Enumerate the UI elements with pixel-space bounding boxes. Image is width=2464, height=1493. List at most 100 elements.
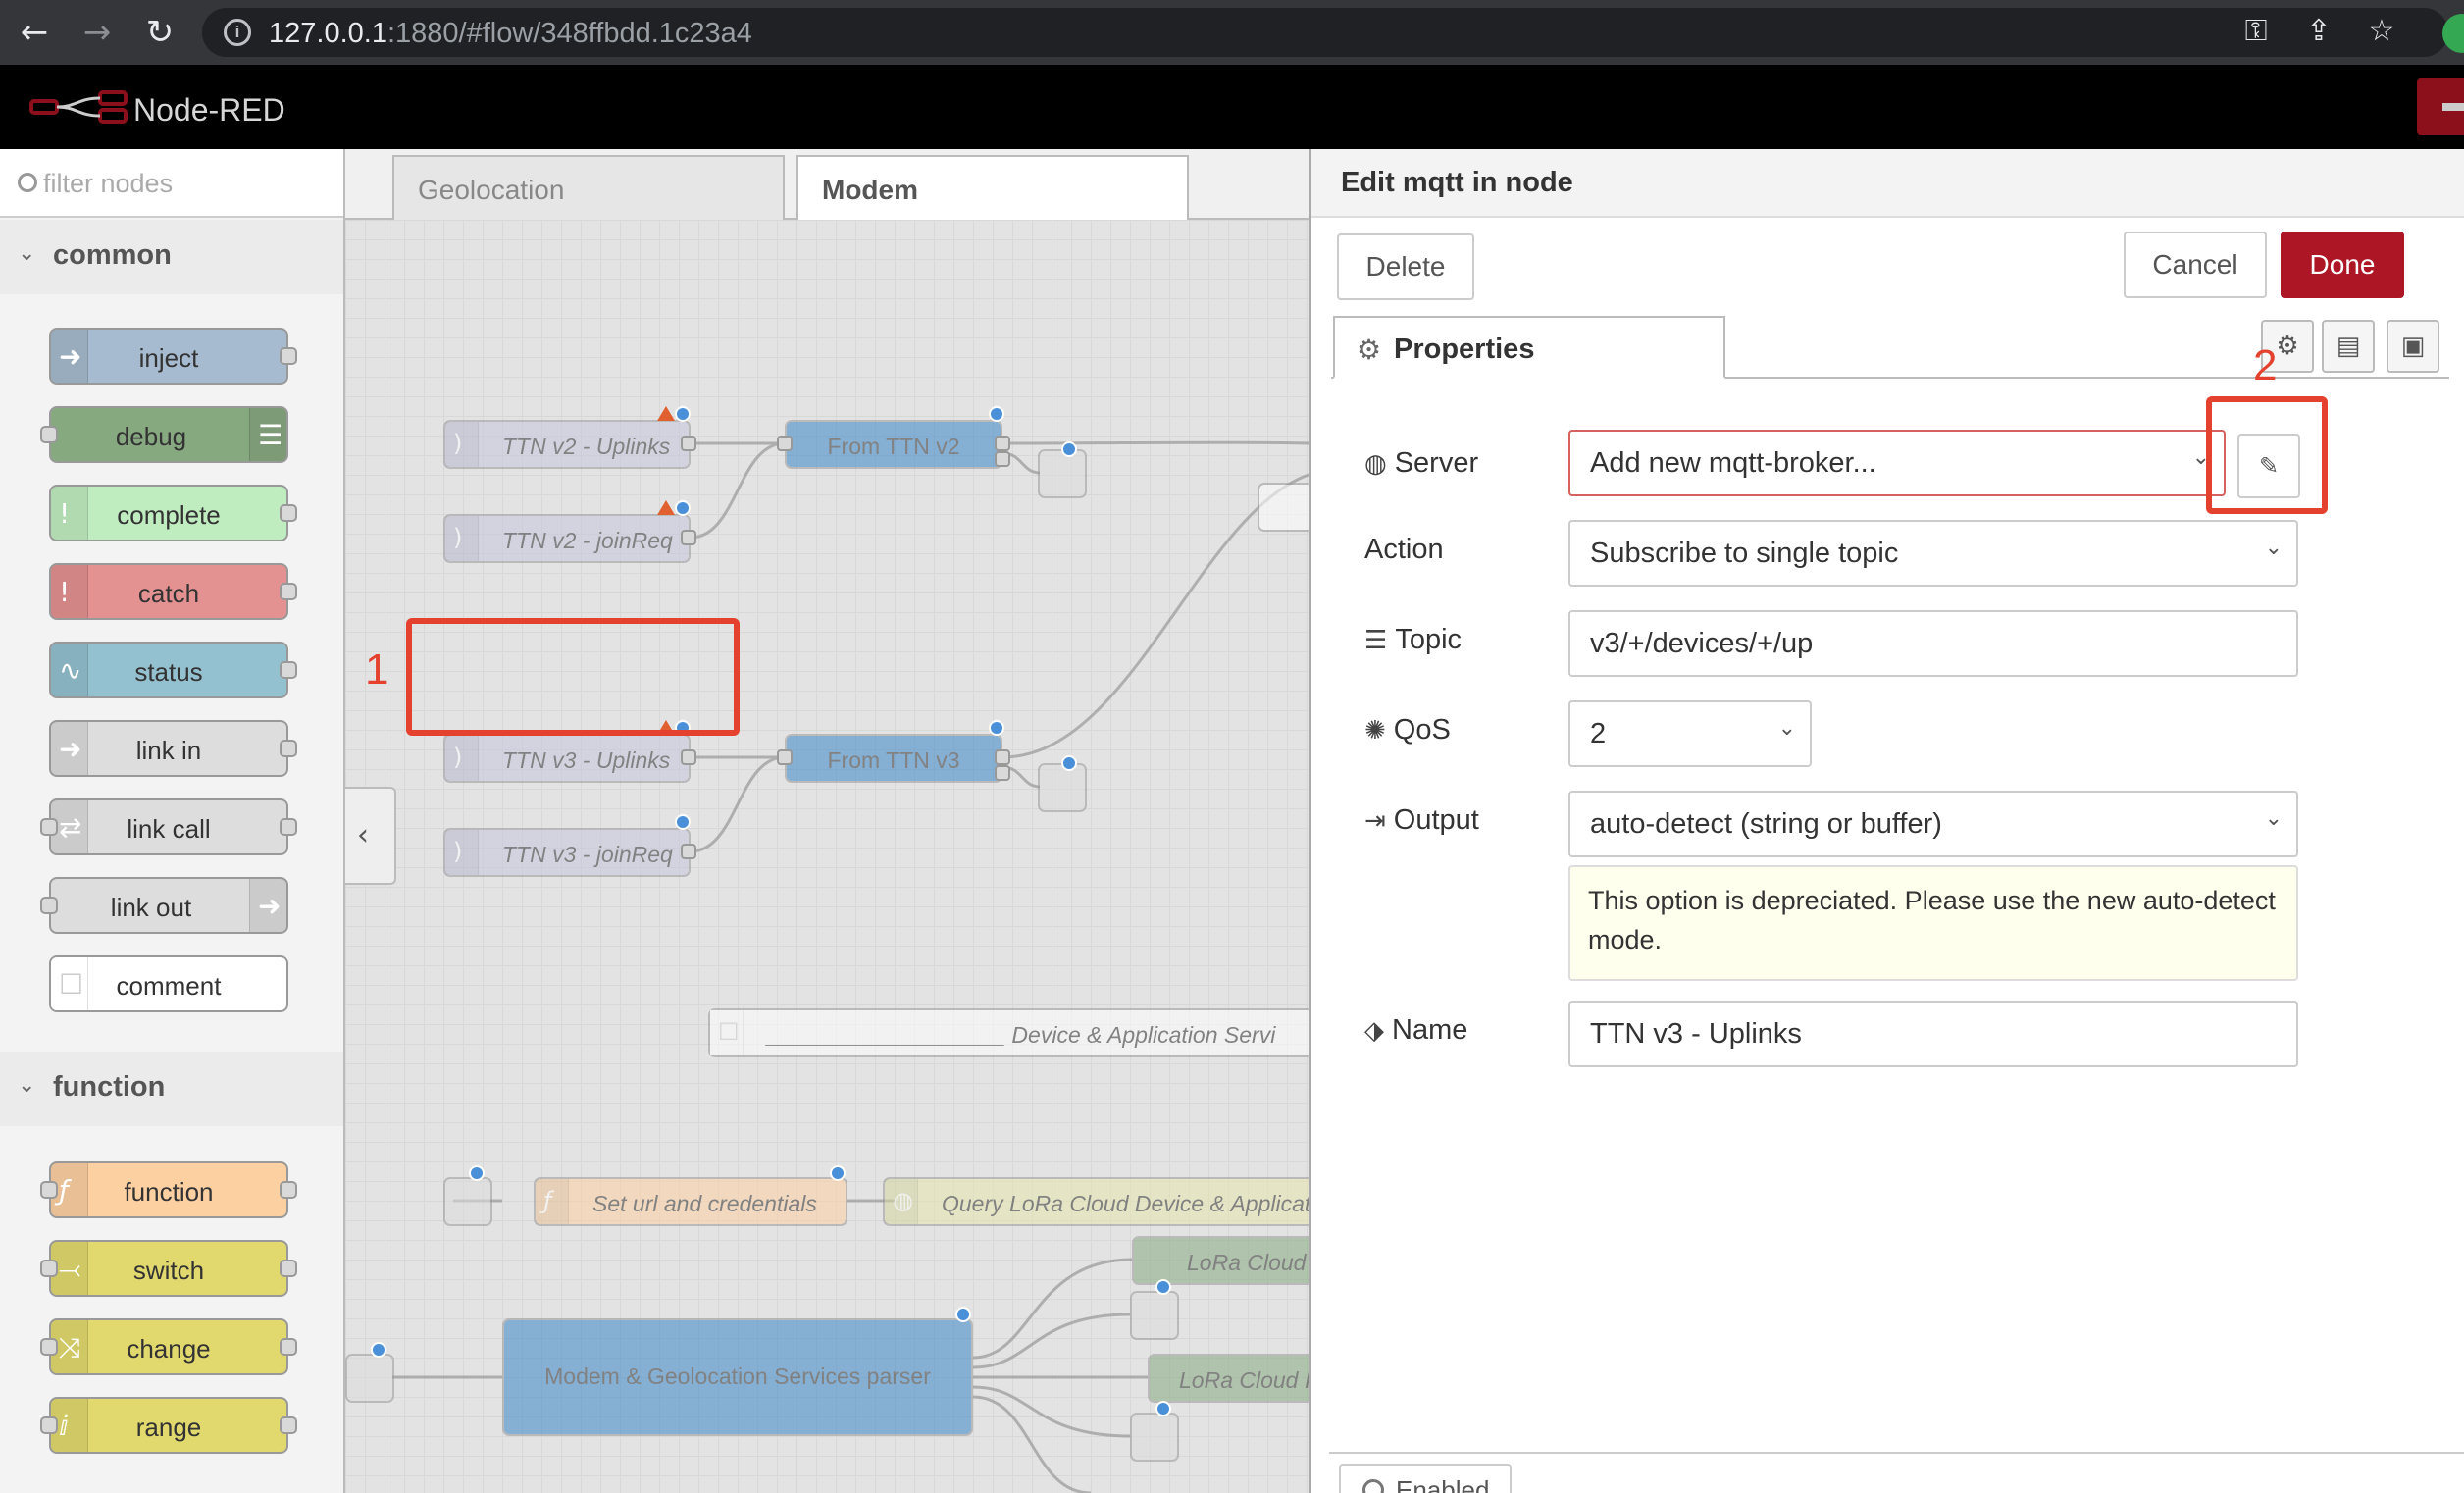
flow-node-comment[interactable]: ☐ ___________________ Device & Applicati… <box>708 1008 1309 1057</box>
palette-node-change[interactable]: ⤨ change <box>49 1318 288 1375</box>
cancel-button[interactable]: Cancel <box>2124 232 2267 298</box>
share-icon[interactable]: ⇪ <box>2299 12 2338 51</box>
server-label: ◍ Server <box>1364 447 1479 479</box>
flow-node-link[interactable]: From TTN v3 <box>785 734 1002 783</box>
output-port[interactable] <box>681 749 696 765</box>
changed-dot-icon <box>989 406 1004 422</box>
flow-node-mqtt-in-selected[interactable]: ) TTN v3 - Uplinks <box>443 734 691 783</box>
palette-node-link-out[interactable]: ➜ link out <box>49 877 288 934</box>
input-port[interactable] <box>777 749 793 765</box>
flow-canvas[interactable]: ) TTN v2 - Uplinks ) TTN v2 - joinReq Fr… <box>345 220 1309 1493</box>
flow-node-mqtt-in[interactable]: ) TTN v2 - joinReq <box>443 514 691 563</box>
palette-filter-placeholder: filter nodes <box>43 169 174 198</box>
palette-node-debug[interactable]: ☰ debug <box>49 406 288 463</box>
name-input[interactable]: TTN v3 - Uplinks <box>1568 1001 2298 1067</box>
enabled-toggle[interactable]: Enabled <box>1339 1464 1512 1493</box>
input-port[interactable] <box>40 1416 58 1434</box>
node-appearance-button[interactable]: ▣ <box>2387 320 2439 373</box>
info-icon[interactable]: i <box>224 19 251 46</box>
flow-node-http-request[interactable]: ◍ Query LoRa Cloud Device & Applicati <box>883 1177 1309 1226</box>
flow-node-link-out[interactable] <box>1038 449 1087 498</box>
name-label: ⬗ Name <box>1364 1014 1468 1046</box>
done-button[interactable]: Done <box>2281 232 2404 298</box>
palette-category-function[interactable]: ⌄ function <box>0 1052 343 1126</box>
output-port[interactable] <box>995 451 1010 467</box>
mqtt-icon: ) <box>445 830 479 875</box>
flow-node-link-out[interactable] <box>1038 763 1087 812</box>
output-port[interactable] <box>280 1416 297 1434</box>
input-port[interactable] <box>777 436 793 451</box>
input-port[interactable] <box>40 1260 58 1277</box>
output-port[interactable] <box>280 1181 297 1199</box>
output-port[interactable] <box>280 740 297 757</box>
output-port[interactable] <box>280 583 297 600</box>
palette-node-catch[interactable]: ! catch <box>49 563 288 620</box>
tab-modem[interactable]: Modem <box>796 155 1189 222</box>
flow-node-link-in[interactable] <box>443 1177 492 1226</box>
input-port[interactable] <box>40 897 58 914</box>
forward-icon[interactable]: → <box>75 10 120 55</box>
flow-node-parser[interactable]: Modem & Geolocation Services parser <box>502 1318 973 1436</box>
changed-dot-icon <box>830 1165 846 1181</box>
star-icon[interactable]: ☆ <box>2362 12 2401 51</box>
chevron-down-icon: ⌄ <box>2264 806 2283 831</box>
palette-node-range[interactable]: ⅈ range <box>49 1397 288 1454</box>
changed-dot-icon <box>955 1307 971 1322</box>
tab-properties[interactable]: ⚙ Properties <box>1333 316 1725 379</box>
palette-node-function[interactable]: ƒ function <box>49 1161 288 1218</box>
palette-node-link-call[interactable]: ⇄ link call <box>49 798 288 855</box>
changed-dot-icon <box>1061 755 1077 771</box>
output-port[interactable] <box>681 530 696 545</box>
flow-node-link-in[interactable] <box>345 1354 394 1403</box>
back-icon[interactable]: ← <box>12 10 57 55</box>
output-port[interactable] <box>280 818 297 836</box>
flow-node-mqtt-in[interactable]: ) TTN v2 - Uplinks <box>443 420 691 469</box>
palette-node-link-in[interactable]: ➜ link in <box>49 720 288 777</box>
tab-geolocation[interactable]: Geolocation <box>392 155 785 220</box>
flow-node-mqtt-in[interactable]: ) TTN v3 - joinReq <box>443 828 691 877</box>
output-port[interactable] <box>995 765 1010 781</box>
reload-icon[interactable]: ↻ <box>137 10 182 55</box>
action-select[interactable]: Subscribe to single topic ⌄ <box>1568 520 2298 587</box>
flow-node-link-out[interactable] <box>1130 1291 1179 1340</box>
flow-node-debug[interactable]: LoRa Cloud I <box>1148 1354 1309 1403</box>
output-port[interactable] <box>280 1338 297 1356</box>
flow-node-function[interactable]: ƒ Set url and credentials <box>534 1177 847 1226</box>
flow-node-debug[interactable]: LoRa Cloud <box>1132 1236 1309 1285</box>
extension-icon[interactable] <box>2442 14 2464 53</box>
palette-node-status[interactable]: ∿ status <box>49 642 288 698</box>
output-port[interactable] <box>995 436 1010 451</box>
palette-node-complete[interactable]: ! complete <box>49 485 288 541</box>
palette-node-switch[interactable]: ⤙ switch <box>49 1240 288 1297</box>
key-icon[interactable]: ⚿ <box>2236 12 2276 51</box>
output-port[interactable] <box>280 1260 297 1277</box>
palette-node-comment[interactable]: ☐ comment <box>49 955 288 1012</box>
palette-filter[interactable]: filter nodes <box>0 149 343 218</box>
input-port[interactable] <box>40 1181 58 1199</box>
flow-node-link[interactable]: From TTN v2 <box>785 420 1002 469</box>
changed-dot-icon <box>989 720 1004 736</box>
flow-node-comment[interactable] <box>1258 483 1309 532</box>
output-port[interactable] <box>280 661 297 679</box>
address-bar[interactable]: i 127.0.0.1:1880/#flow/348ffbdd.1c23a4 <box>202 8 2448 57</box>
topic-input[interactable]: v3/+/devices/+/up <box>1568 610 2298 677</box>
deploy-button[interactable] <box>2417 78 2464 135</box>
node-description-button[interactable]: ▤ <box>2322 320 2375 373</box>
output-port[interactable] <box>280 347 297 365</box>
delete-button[interactable]: Delete <box>1337 233 1474 300</box>
input-port[interactable] <box>40 1338 58 1356</box>
palette-collapse-button[interactable]: ‹ <box>345 787 396 885</box>
server-select[interactable]: Add new mqtt-broker... ⌄ <box>1568 430 2226 496</box>
callout-number-1: 1 <box>365 645 389 694</box>
output-select[interactable]: auto-detect (string or buffer) ⌄ <box>1568 791 2298 857</box>
output-port[interactable] <box>995 749 1010 765</box>
qos-select[interactable]: 2 ⌄ <box>1568 700 1812 767</box>
output-port[interactable] <box>681 436 696 451</box>
output-port[interactable] <box>681 844 696 859</box>
input-port[interactable] <box>40 426 58 443</box>
flow-node-link-out[interactable] <box>1130 1413 1179 1462</box>
input-port[interactable] <box>40 818 58 836</box>
palette-node-inject[interactable]: ➜ inject <box>49 328 288 385</box>
palette-category-common[interactable]: ⌄ common <box>0 220 343 294</box>
output-port[interactable] <box>280 504 297 522</box>
